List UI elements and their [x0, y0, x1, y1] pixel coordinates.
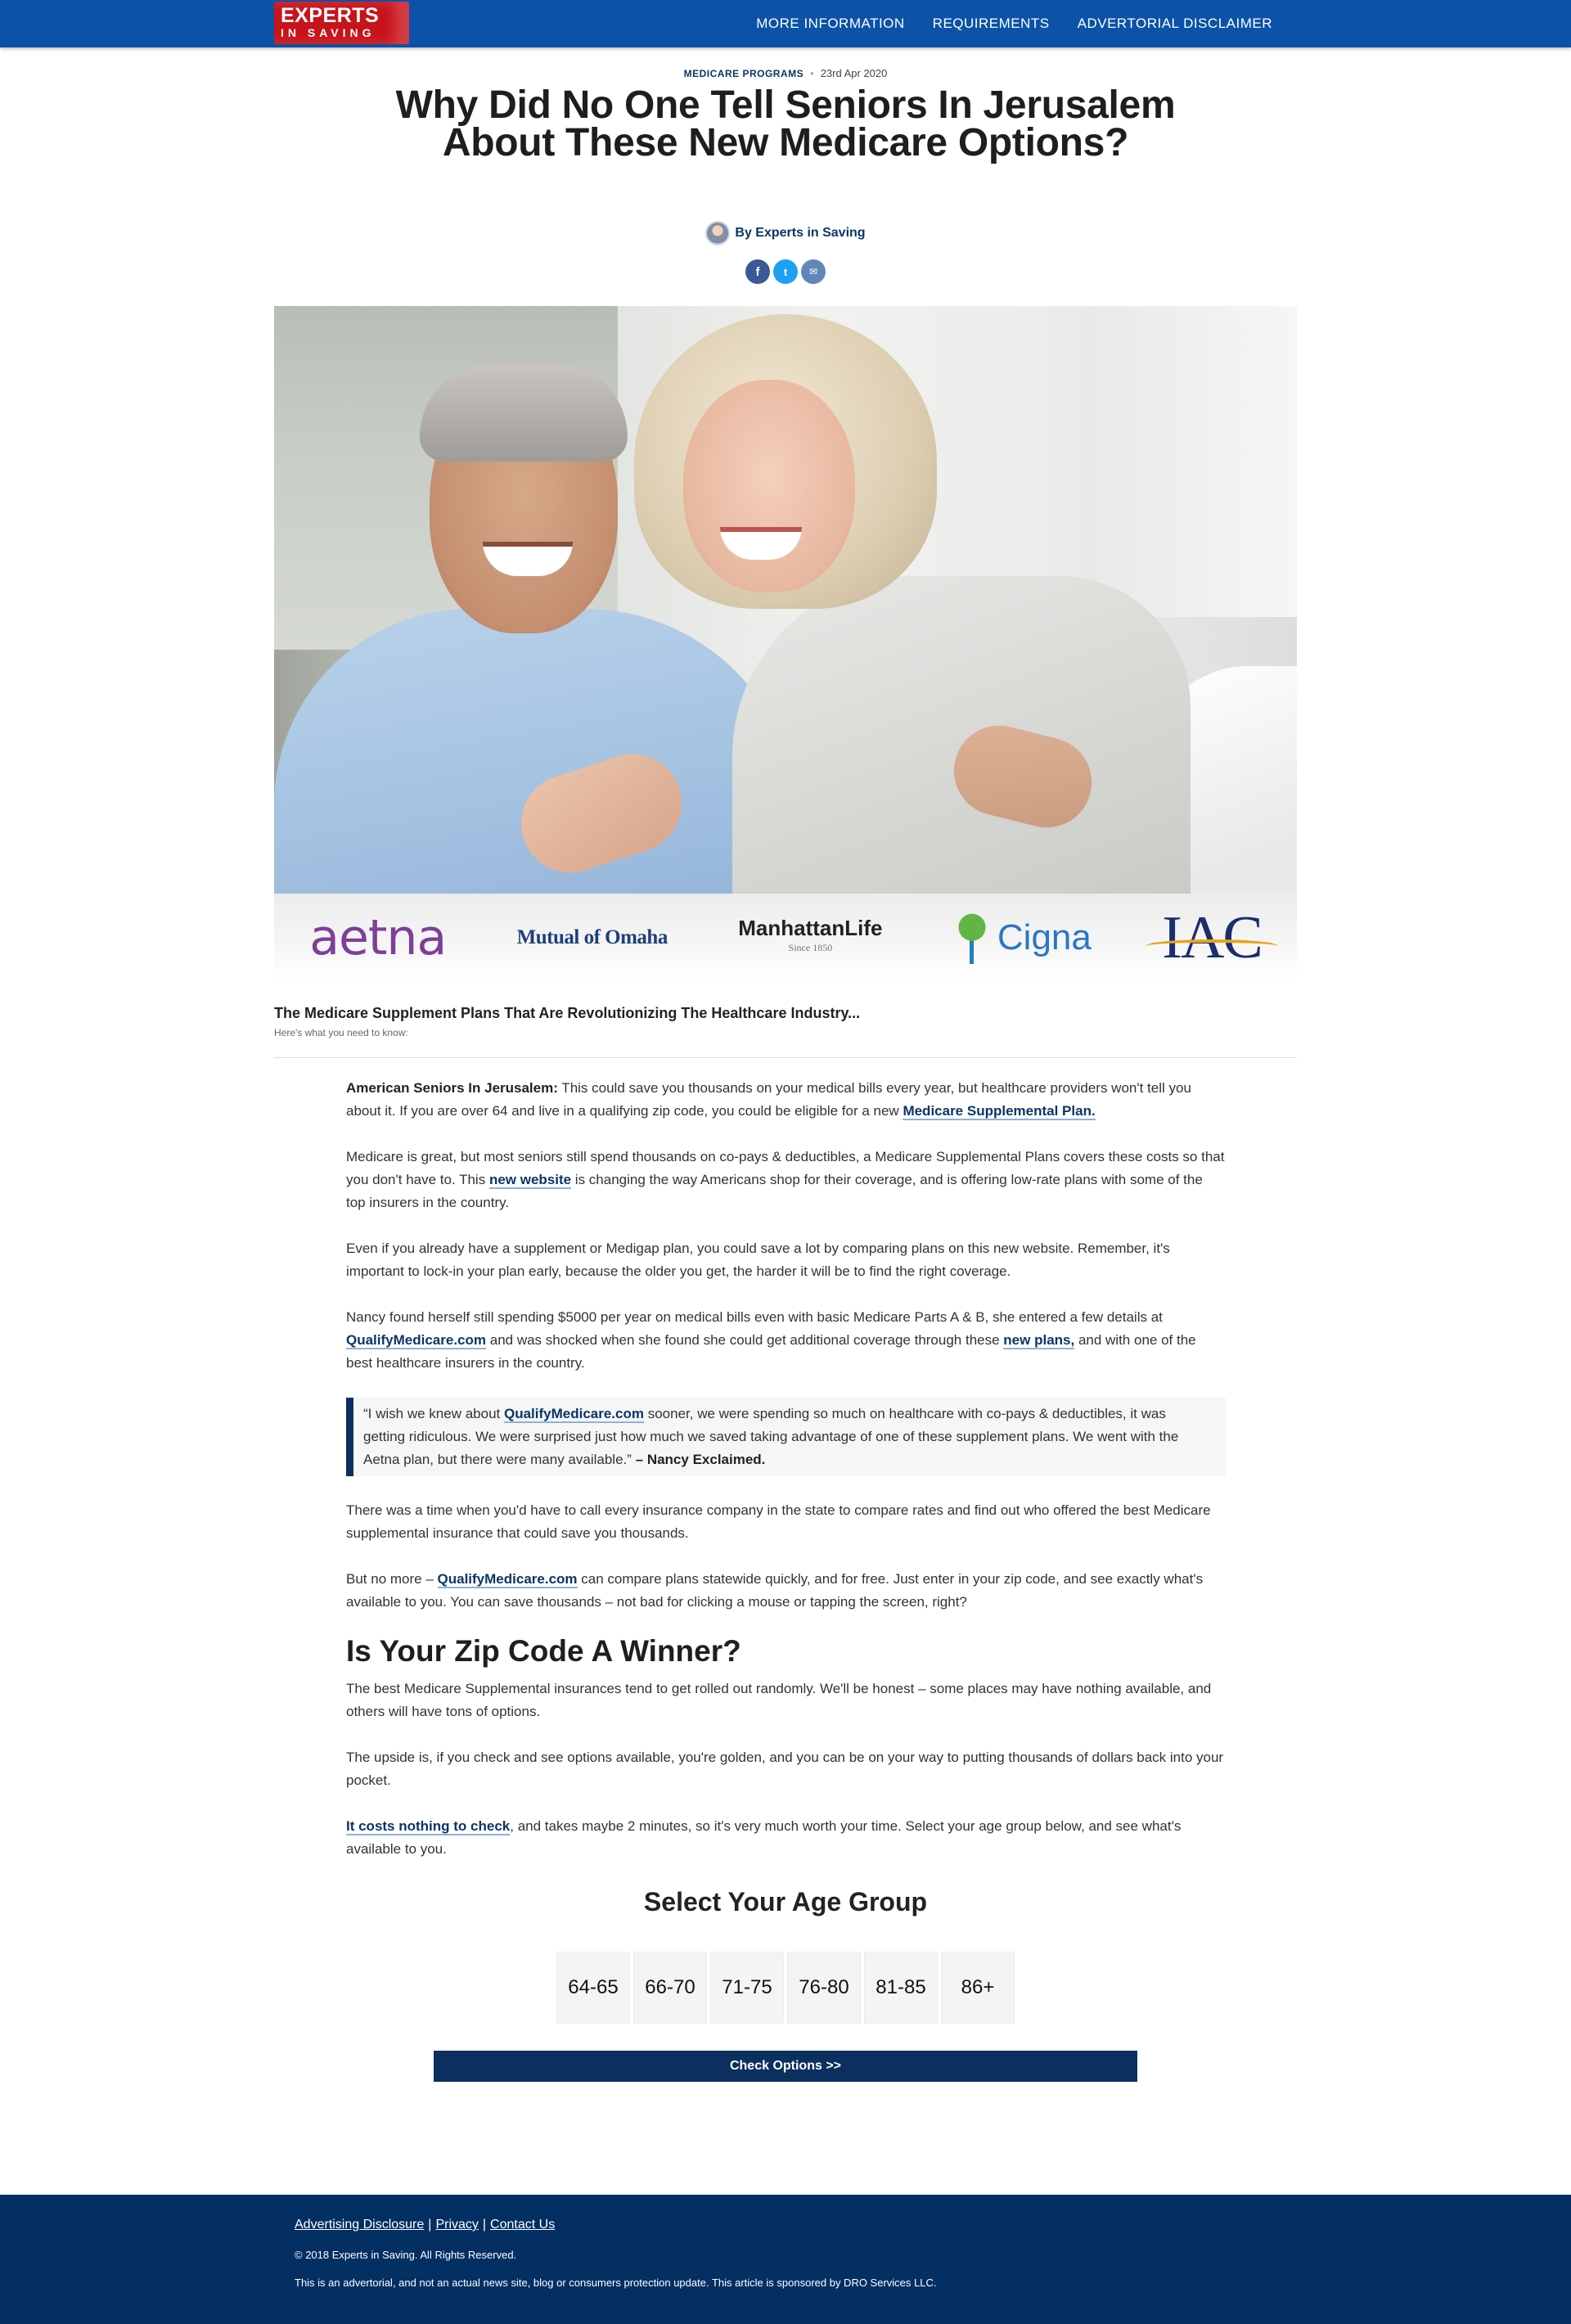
p4-text-a: Nancy found herself still spending $5000…	[346, 1309, 1163, 1325]
hero-woman-face	[683, 380, 855, 592]
age-option-81-85[interactable]: 81-85	[864, 1952, 938, 2024]
age-option-86-plus[interactable]: 86+	[941, 1952, 1015, 2024]
zip-code-heading: Is Your Zip Code A Winner?	[346, 1634, 741, 1668]
logo-text-top: EXPERTS	[281, 4, 380, 27]
footer-disclaimer: This is an advertorial, and not an actua…	[295, 2277, 937, 2289]
author-avatar	[705, 221, 731, 245]
p1-lead: American Seniors In Jerusalem:	[346, 1080, 558, 1096]
nav-advertorial-disclaimer[interactable]: ADVERTORIAL DISCLAIMER	[1078, 16, 1272, 32]
article-category[interactable]: MEDICARE PROGRAMS	[684, 68, 804, 79]
mutual-of-omaha-logo: Mutual of Omaha	[516, 926, 668, 948]
cigna-name: Cigna	[997, 917, 1092, 957]
aetna-logo: aetna	[309, 909, 447, 966]
quote-attribution: – Nancy Exclaimed.	[635, 1452, 766, 1467]
article-body: American Seniors In Jerusalem: This coul…	[346, 1077, 1226, 1884]
cigna-logo: Cigna	[952, 912, 1092, 964]
link-new-plans[interactable]: new plans,	[1003, 1332, 1075, 1349]
iac-logo: IAC	[1146, 903, 1279, 971]
share-buttons: f t ✉	[0, 259, 1571, 284]
footer: Advertising Disclosure | Privacy | Contact U…	[0, 2195, 1571, 2324]
link-costs-nothing[interactable]: It costs nothing to check	[346, 1818, 511, 1835]
link-new-website[interactable]: new website	[488, 1172, 572, 1189]
age-option-71-75[interactable]: 71-75	[710, 1952, 784, 2024]
facebook-share-icon[interactable]: f	[745, 259, 770, 284]
age-option-76-80[interactable]: 76-80	[787, 1952, 861, 2024]
insurer-logo-strip: aetna Mutual of Omaha ManhattanLife Sinc…	[274, 894, 1297, 982]
link-qualifymedicare-quote[interactable]: QualifyMedicare.com	[503, 1406, 644, 1423]
age-group-heading: Select Your Age Group	[643, 1887, 928, 1916]
article-meta: MEDICARE PROGRAMS • 23rd Apr 2020	[0, 67, 1571, 79]
article-subhead: The Medicare Supplement Plans That Are R…	[274, 1005, 861, 1021]
p4-text-b: and was shocked when she found she could…	[486, 1332, 1004, 1348]
footer-copyright: © 2018 Experts in Saving. All Rights Res…	[295, 2249, 517, 2261]
testimonial-quote: “I wish we knew about QualifyMedicare.co…	[346, 1398, 1226, 1476]
nav-requirements[interactable]: REQUIREMENTS	[933, 16, 1050, 32]
main-nav: MORE INFORMATION REQUIREMENTS ADVERTORIA…	[728, 0, 1272, 47]
link-medicare-supplemental-plan[interactable]: Medicare Supplemental Plan.	[903, 1103, 1096, 1120]
age-group-options: 64-65 66-70 71-75 76-80 81-85 86+	[0, 1952, 1571, 2024]
manhattan-life-since: Since 1850	[788, 942, 833, 953]
age-option-64-65[interactable]: 64-65	[556, 1952, 630, 2024]
paragraph-6: But no more – QualifyMedicare.com can co…	[346, 1568, 1226, 1614]
cigna-tree-icon	[952, 912, 991, 964]
footer-link-privacy[interactable]: Privacy	[435, 2218, 478, 2232]
paragraph-9: It costs nothing to check, and takes may…	[346, 1815, 1226, 1861]
email-share-icon[interactable]: ✉	[801, 259, 826, 284]
footer-link-contact-us[interactable]: Contact Us	[490, 2218, 555, 2232]
paragraph-3: Even if you already have a supplement or…	[346, 1241, 1170, 1279]
manhattan-life-name: ManhattanLife	[738, 916, 883, 940]
paragraph-1: American Seniors In Jerusalem: This coul…	[346, 1077, 1226, 1123]
hero-window-bg-right	[1092, 306, 1297, 617]
footer-link-advertising-disclosure[interactable]: Advertising Disclosure	[295, 2218, 424, 2232]
quote-text-a: “I wish we knew about	[363, 1406, 504, 1421]
link-qualifymedicare-1[interactable]: QualifyMedicare.com	[346, 1332, 487, 1349]
nav-more-information[interactable]: MORE INFORMATION	[756, 16, 904, 32]
p6-text-a: But no more –	[346, 1571, 438, 1587]
article-date: 23rd Apr 2020	[820, 67, 888, 79]
author-name[interactable]: By Experts in Saving	[735, 226, 865, 241]
paragraph-2: Medicare is great, but most seniors stil…	[346, 1146, 1226, 1214]
hero-woman-sweater	[732, 576, 1191, 894]
section-divider	[274, 1057, 1297, 1058]
paragraph-4: Nancy found herself still spending $5000…	[346, 1306, 1226, 1375]
twitter-share-icon[interactable]: t	[773, 259, 798, 284]
footer-links: Advertising Disclosure | Privacy | Contact U…	[295, 2218, 555, 2232]
footer-link-separator: |	[428, 2218, 432, 2232]
check-options-button[interactable]: Check Options >>	[434, 2051, 1137, 2082]
hero-man-hair	[420, 363, 628, 462]
manhattan-life-logo: ManhattanLife Since 1850	[738, 916, 883, 957]
article-subnote: Here's what you need to know:	[274, 1027, 408, 1038]
footer-link-separator: |	[482, 2218, 487, 2232]
paragraph-8: The upside is, if you check and see opti…	[346, 1750, 1224, 1788]
paragraph-5: There was a time when you'd have to call…	[346, 1502, 1211, 1541]
hero-image-senior-couple	[274, 306, 1297, 894]
paragraph-7: The best Medicare Supplemental insurance…	[346, 1681, 1212, 1719]
logo-text-bottom: IN SAVING	[281, 26, 376, 39]
page-title: Why Did No One Tell Seniors In Jerusalem…	[395, 83, 1176, 164]
byline: By Experts in Saving	[0, 221, 1571, 245]
meta-dot-separator: •	[810, 67, 814, 79]
link-qualifymedicare-2[interactable]: QualifyMedicare.com	[437, 1571, 578, 1588]
age-option-66-70[interactable]: 66-70	[633, 1952, 707, 2024]
experts-in-saving-logo[interactable]: EXPERTS IN SAVING	[274, 2, 409, 44]
top-nav-bar: EXPERTS IN SAVING MORE INFORMATION REQUI…	[0, 0, 1571, 47]
